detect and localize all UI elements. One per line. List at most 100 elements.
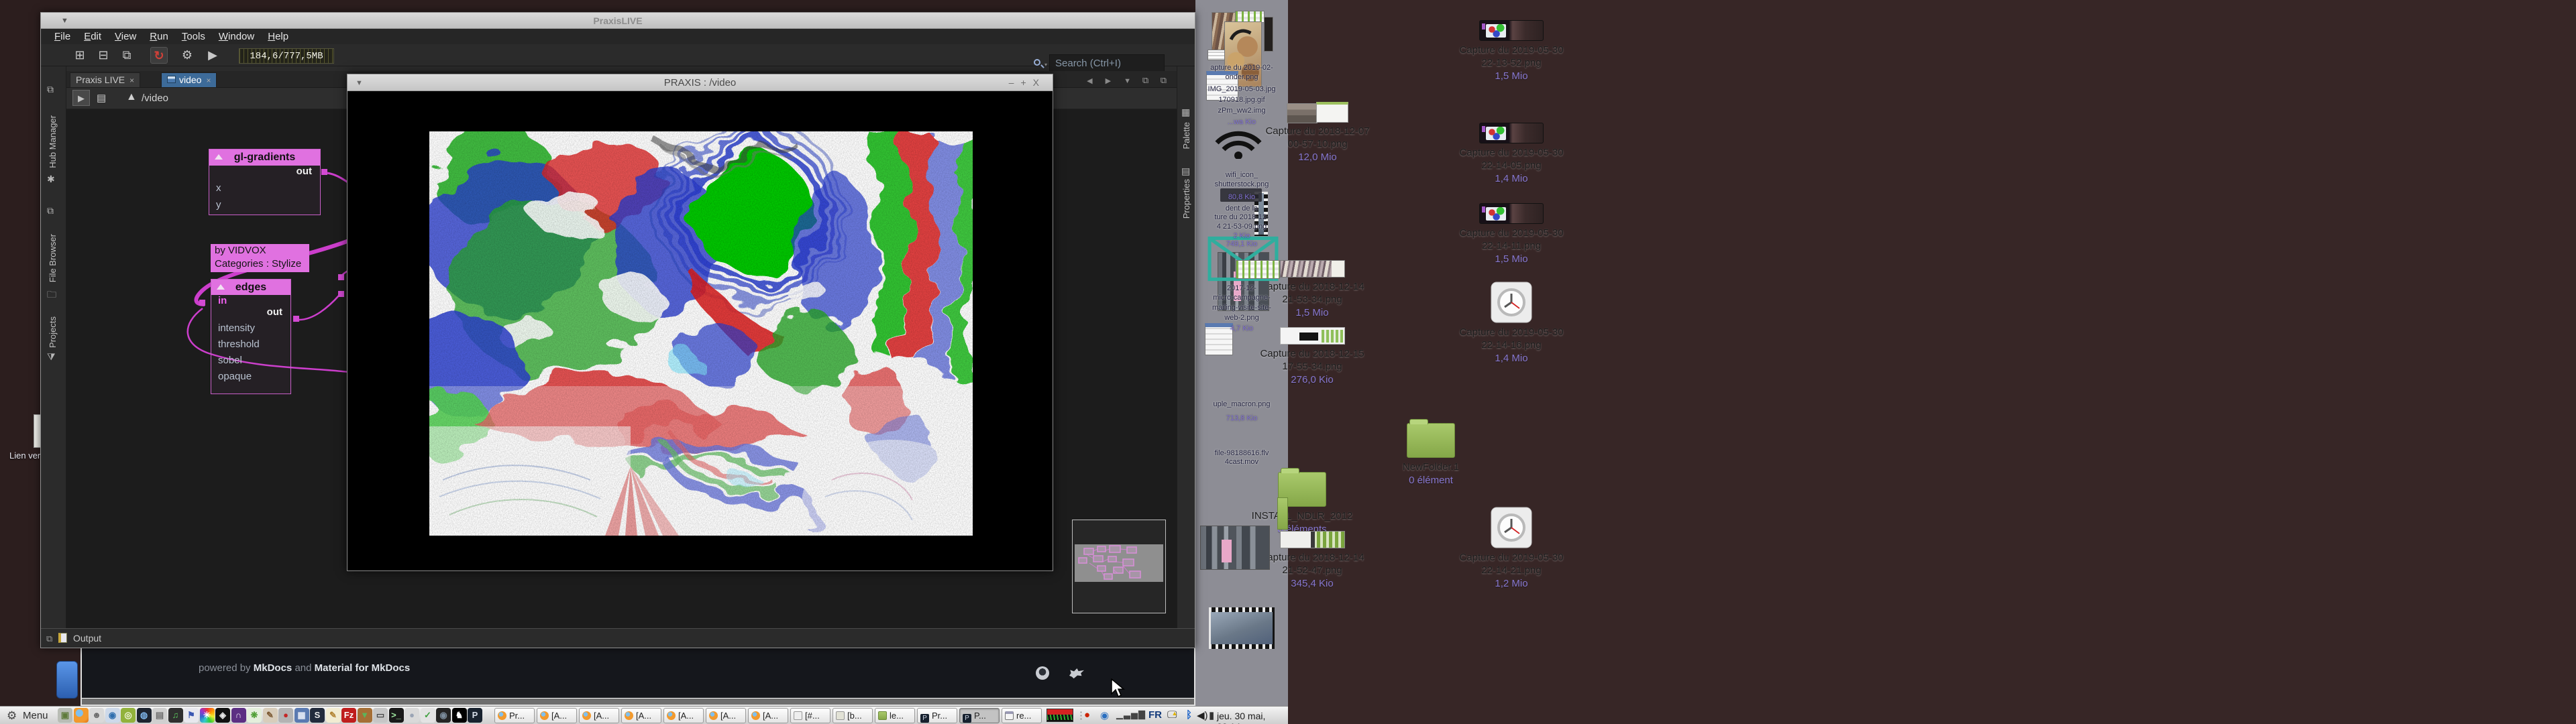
network-signal-icon[interactable]: ▁▃▅▇ bbox=[1116, 709, 1146, 720]
security-shield-icon[interactable]: ◉ bbox=[1100, 709, 1109, 721]
desktop-thumbnail-icon[interactable] bbox=[1209, 607, 1275, 649]
praxis-launcher-icon[interactable]: P bbox=[468, 708, 482, 723]
filezilla-icon[interactable]: Fz bbox=[341, 708, 356, 723]
close-tab-icon[interactable]: × bbox=[206, 76, 211, 85]
menu-edit[interactable]: Edit bbox=[84, 31, 101, 42]
ide-titlebar[interactable]: ▼ PraxisLIVE bbox=[41, 13, 1195, 29]
taskbar-window-button[interactable]: [A... bbox=[621, 708, 661, 723]
node-prop-threshold[interactable]: threshold bbox=[211, 339, 290, 350]
sidebar-tab-file-browser[interactable]: File Browser bbox=[48, 234, 58, 282]
menu-help[interactable]: Help bbox=[268, 31, 288, 42]
node-gl-gradients[interactable]: gl-gradients out xy bbox=[209, 149, 321, 215]
package-manager-icon[interactable]: ▼ bbox=[358, 708, 372, 723]
desktop-thumbnail-icon[interactable] bbox=[1277, 497, 1288, 530]
pinwheel-icon[interactable]: ✳ bbox=[200, 708, 215, 723]
minimize-button[interactable]: – bbox=[1009, 77, 1021, 88]
node-in-port-label[interactable]: in bbox=[211, 295, 290, 306]
restart-hub-button[interactable]: ↻ bbox=[150, 47, 168, 64]
record-indicator-icon[interactable]: ● bbox=[1084, 709, 1090, 721]
menu-button[interactable]: Menu bbox=[23, 710, 48, 721]
volume-icon[interactable]: ◀) bbox=[1197, 709, 1208, 721]
archive-icon[interactable]: ▤ bbox=[152, 708, 167, 723]
node-out-port-label[interactable]: out bbox=[209, 166, 320, 177]
desktop-thumbnail-icon[interactable] bbox=[1208, 50, 1225, 60]
desktop-thumbnail-icon[interactable] bbox=[1236, 260, 1280, 279]
node-prop-opaque[interactable]: opaque bbox=[211, 371, 290, 382]
messenger-face-icon[interactable]: ☻ bbox=[89, 708, 104, 723]
taskbar-window-button[interactable]: Pr... bbox=[494, 708, 535, 723]
camera-lens-icon[interactable]: ◍ bbox=[137, 708, 152, 723]
material-link[interactable]: Material for MkDocs bbox=[315, 662, 411, 674]
sidebar-tab-hub-manager[interactable]: Hub Manager bbox=[48, 115, 58, 168]
display-warning-icon[interactable]: 🖵▲ bbox=[1167, 709, 1183, 721]
clock-check-icon[interactable]: ✓ bbox=[421, 708, 435, 723]
menu-window[interactable]: Window bbox=[219, 31, 254, 42]
taskbar-window-button[interactable]: PPr... bbox=[917, 708, 957, 723]
horse-icon[interactable]: ♞ bbox=[452, 708, 467, 723]
taskbar-window-button[interactable]: PP... bbox=[959, 708, 1000, 723]
desktop-icon[interactable]: Capture du 2019-05-30 22-14-16.png1,4 Mi… bbox=[1448, 282, 1575, 364]
pen-tool-icon[interactable]: ✎ bbox=[263, 708, 278, 723]
sidebar-tab-projects[interactable]: Projects bbox=[48, 316, 58, 348]
taskbar-window-button[interactable]: [A... bbox=[748, 708, 788, 723]
headphones-icon[interactable]: ∩ bbox=[231, 708, 246, 723]
taskbar-window-button[interactable]: [A... bbox=[663, 708, 704, 723]
notes-icon[interactable]: ✎ bbox=[326, 708, 341, 723]
twitter-icon[interactable] bbox=[1069, 668, 1084, 679]
taskbar-window-button[interactable]: re... bbox=[1002, 708, 1042, 723]
output-panel-bar[interactable]: ⧉ Output bbox=[41, 628, 1195, 648]
tab-window-icons[interactable]: ⧉ ⧉ bbox=[1142, 75, 1171, 86]
firefox-icon[interactable] bbox=[74, 708, 89, 723]
taskbar-window-button[interactable]: [A... bbox=[579, 708, 619, 723]
desktop-thumbnail-icon[interactable] bbox=[1264, 17, 1273, 52]
settings-gear-button[interactable]: ⚙ bbox=[178, 47, 196, 64]
run-play-button[interactable]: ▶ bbox=[204, 47, 221, 64]
map-pin-icon[interactable]: ● bbox=[278, 708, 293, 723]
sublime-icon[interactable]: S bbox=[310, 708, 325, 723]
desktop-icon[interactable]: Capture du 2019-05-30 22-14-11.png1,5 Mi… bbox=[1448, 203, 1575, 265]
globe-sphere-icon[interactable]: ● bbox=[405, 708, 419, 723]
background-app-icon[interactable] bbox=[56, 661, 78, 699]
collapse-icon[interactable] bbox=[215, 154, 223, 160]
calculator-icon[interactable]: ▦ bbox=[294, 708, 309, 723]
tab-scroll-icons[interactable]: ◀ ▶ ▼ bbox=[1087, 76, 1136, 85]
output-tab-label[interactable]: Output bbox=[73, 633, 101, 644]
taskbar-window-button[interactable]: [b... bbox=[833, 708, 873, 723]
node-prop-x[interactable]: x bbox=[209, 182, 320, 194]
memory-indicator[interactable]: 184,6/777,5MB bbox=[239, 48, 334, 64]
bluetooth-icon[interactable]: ᛒ bbox=[1186, 709, 1192, 721]
graph-navigator-minimap[interactable] bbox=[1072, 520, 1166, 613]
duplicate-button[interactable]: ⧉ bbox=[118, 47, 136, 64]
flags-icon[interactable]: ⚑ bbox=[184, 708, 199, 723]
taskbar-window-button[interactable]: le... bbox=[875, 708, 915, 723]
desktop-icon[interactable]: Capture du 2019-05-30 22-14-05.png1,4 Mi… bbox=[1448, 123, 1575, 184]
node-header[interactable]: edges bbox=[211, 280, 290, 295]
unity-icon[interactable]: ◈ bbox=[215, 708, 230, 723]
editor-tab-praxis-live[interactable]: Praxis LIVE× bbox=[70, 72, 140, 88]
desktop-icon[interactable]: Capture du 2019-05-30 22-13-52.png1,5 Mi… bbox=[1448, 20, 1575, 82]
sidebar-tab-palette[interactable]: Palette bbox=[1181, 122, 1191, 149]
menu-run[interactable]: Run bbox=[150, 31, 168, 42]
language-indicator[interactable]: FR bbox=[1148, 709, 1162, 721]
node-prop-sobel[interactable]: sobel bbox=[211, 355, 290, 366]
editor-tab-video[interactable]: video× bbox=[161, 72, 217, 88]
music-player-icon[interactable]: ♫ bbox=[168, 708, 183, 723]
graph-up-icon[interactable]: ▲ bbox=[126, 91, 137, 103]
node-prop-intensity[interactable]: intensity bbox=[211, 322, 290, 334]
media-disc-icon[interactable]: ◎ bbox=[121, 708, 136, 723]
molecule-icon[interactable]: ❋ bbox=[247, 708, 262, 723]
graph-play-button[interactable]: ▶ bbox=[72, 90, 90, 106]
delete-button[interactable]: ⊟ bbox=[95, 47, 112, 64]
lens-sphere-icon[interactable]: ◉ bbox=[436, 708, 451, 723]
collapse-icon[interactable] bbox=[217, 284, 225, 290]
node-prop-y[interactable]: y bbox=[209, 199, 320, 210]
system-monitor-graph[interactable] bbox=[1046, 709, 1073, 722]
desktop-icon[interactable]: Capture du 2019-05-30 22-14-21.png1,2 Mi… bbox=[1448, 507, 1575, 589]
desktop-icon[interactable]: NewFolder.10 élément bbox=[1367, 418, 1495, 486]
close-tab-icon[interactable]: × bbox=[129, 76, 134, 85]
menu-view[interactable]: View bbox=[115, 31, 136, 42]
menu-gear-icon[interactable]: ⚙ bbox=[7, 709, 17, 723]
video-titlebar[interactable]: ▼ PRAXIS : /video –+X bbox=[347, 74, 1053, 91]
show-desktop-icon[interactable]: ▣ bbox=[58, 708, 72, 723]
search-icon[interactable] bbox=[1034, 59, 1040, 66]
